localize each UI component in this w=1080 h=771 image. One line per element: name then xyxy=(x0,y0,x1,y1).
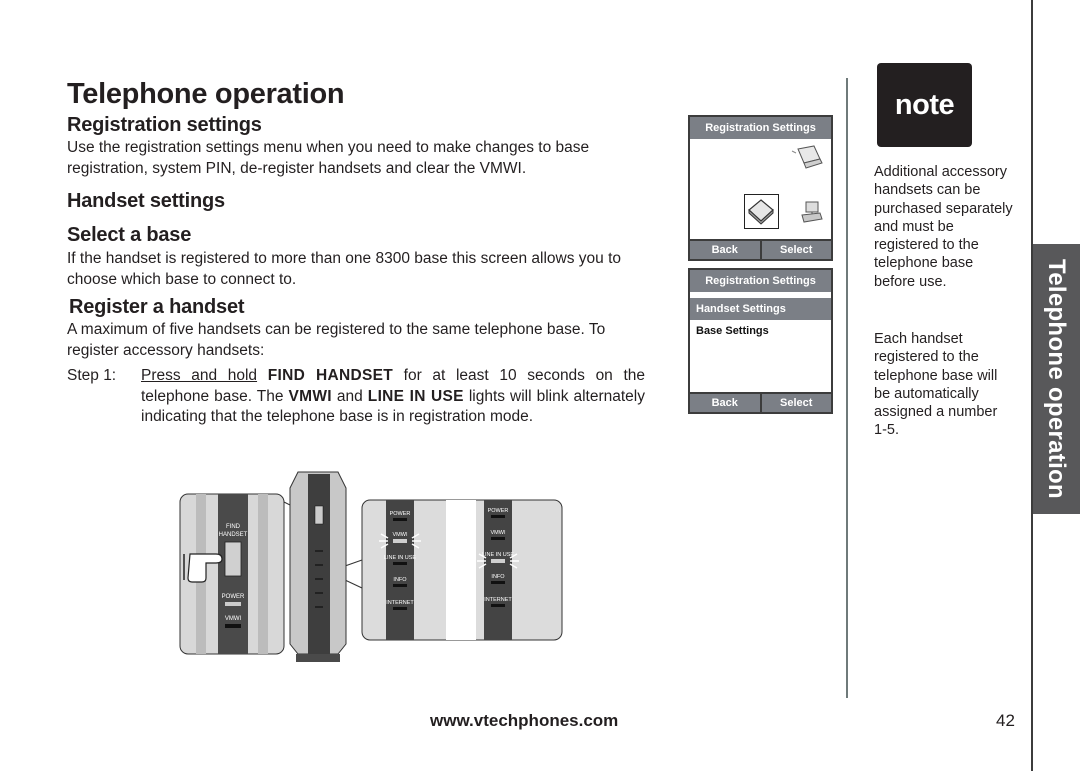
find-handset-key: FIND HANDSET xyxy=(267,367,394,384)
heading-handset-settings: Handset settings xyxy=(67,190,225,212)
column-divider xyxy=(846,78,848,698)
register-handset-body: A maximum of five handsets can be regist… xyxy=(67,321,606,359)
page-title: Telephone operation xyxy=(67,78,345,110)
back-softkey[interactable]: Back xyxy=(690,394,760,412)
svg-text:POWER: POWER xyxy=(488,508,509,514)
selected-base-frame[interactable] xyxy=(744,194,779,229)
press-and-hold-text: Press and hold xyxy=(141,367,258,384)
chapter-side-tab-label: Telephone operation xyxy=(1043,259,1070,499)
menu-item-base-settings[interactable]: Base Settings xyxy=(690,320,831,342)
screen-header: Registration Settings xyxy=(690,117,831,139)
step-1: Step 1: Press and hold FIND HANDSET for … xyxy=(67,366,645,428)
select-base-body: If the handset is registered to more tha… xyxy=(67,250,622,288)
svg-text:POWER: POWER xyxy=(390,511,411,517)
vmwi-light-lit xyxy=(393,539,407,543)
heading-select-base: Select a base xyxy=(67,224,192,246)
note-paragraph-1: Additional accessory handsets can be pur… xyxy=(874,164,1013,290)
step-text-part: and xyxy=(331,387,368,405)
screen-registration-menu: Registration Settings Handset Settings B… xyxy=(688,268,833,414)
heading-register-handset: Register a handset xyxy=(69,296,245,318)
line-in-use-key: LINE IN USE xyxy=(367,387,464,405)
screen-header: Registration Settings xyxy=(690,270,831,292)
svg-text:LINE IN USE: LINE IN USE xyxy=(384,555,416,561)
line-in-use-light-lit xyxy=(491,559,505,563)
svg-text:INFO: INFO xyxy=(491,574,505,580)
back-softkey[interactable]: Back xyxy=(690,241,760,259)
svg-text:VMWI: VMWI xyxy=(393,532,408,538)
vmwi-key: VMWI xyxy=(288,387,332,405)
find-handset-detail-panel: FIND HANDSET POWER VMWI xyxy=(179,493,285,655)
base-station-icon xyxy=(748,199,774,225)
softkey-bar: Back Select xyxy=(690,239,831,259)
power-light xyxy=(225,602,241,606)
registration-settings-body: Use the registration settings menu when … xyxy=(67,139,590,177)
label-vmwi: VMWI xyxy=(225,616,242,622)
base-illustration: FIND HANDSET POWER VMWI POWER VMWI LINE … xyxy=(179,471,563,662)
svg-text:VMWI: VMWI xyxy=(491,530,506,536)
screen-body: Handset Settings Base Settings xyxy=(690,292,831,392)
step-text: Press and hold FIND HANDSET for at least… xyxy=(141,366,645,428)
label-handset: HANDSET xyxy=(219,532,248,538)
svg-text:INFO: INFO xyxy=(393,577,407,583)
svg-text:INTERNET: INTERNET xyxy=(484,597,512,603)
laptop-icon[interactable] xyxy=(790,145,824,175)
select-softkey[interactable]: Select xyxy=(759,241,832,259)
step-text-part xyxy=(257,367,268,384)
telephone-base-unit xyxy=(289,471,347,662)
select-softkey[interactable]: Select xyxy=(759,394,832,412)
page-number: 42 xyxy=(996,711,1015,730)
chapter-side-tab[interactable]: Telephone operation xyxy=(1033,244,1080,514)
label-power: POWER xyxy=(222,594,245,600)
step-label: Step 1: xyxy=(67,367,117,384)
blinking-lights-detail-panel xyxy=(361,499,563,641)
footer-website-link[interactable]: www.vtechphones.com xyxy=(430,711,618,731)
screen-body xyxy=(690,139,831,239)
vmwi-light xyxy=(225,624,241,628)
label-find: FIND xyxy=(226,524,241,530)
desktop-computer-icon[interactable] xyxy=(798,199,824,225)
svg-text:INTERNET: INTERNET xyxy=(386,600,414,606)
heading-registration-settings: Registration settings xyxy=(67,114,262,136)
softkey-bar: Back Select xyxy=(690,392,831,412)
note-paragraph-2: Each handset registered to the telephone… xyxy=(874,331,998,439)
note-badge: note xyxy=(877,63,972,147)
menu-item-handset-settings[interactable]: Handset Settings xyxy=(690,298,831,320)
screen-select-base: Registration Settings Back Select xyxy=(688,115,833,261)
svg-text:LINE IN USE: LINE IN USE xyxy=(482,552,514,558)
find-handset-button xyxy=(224,541,242,577)
